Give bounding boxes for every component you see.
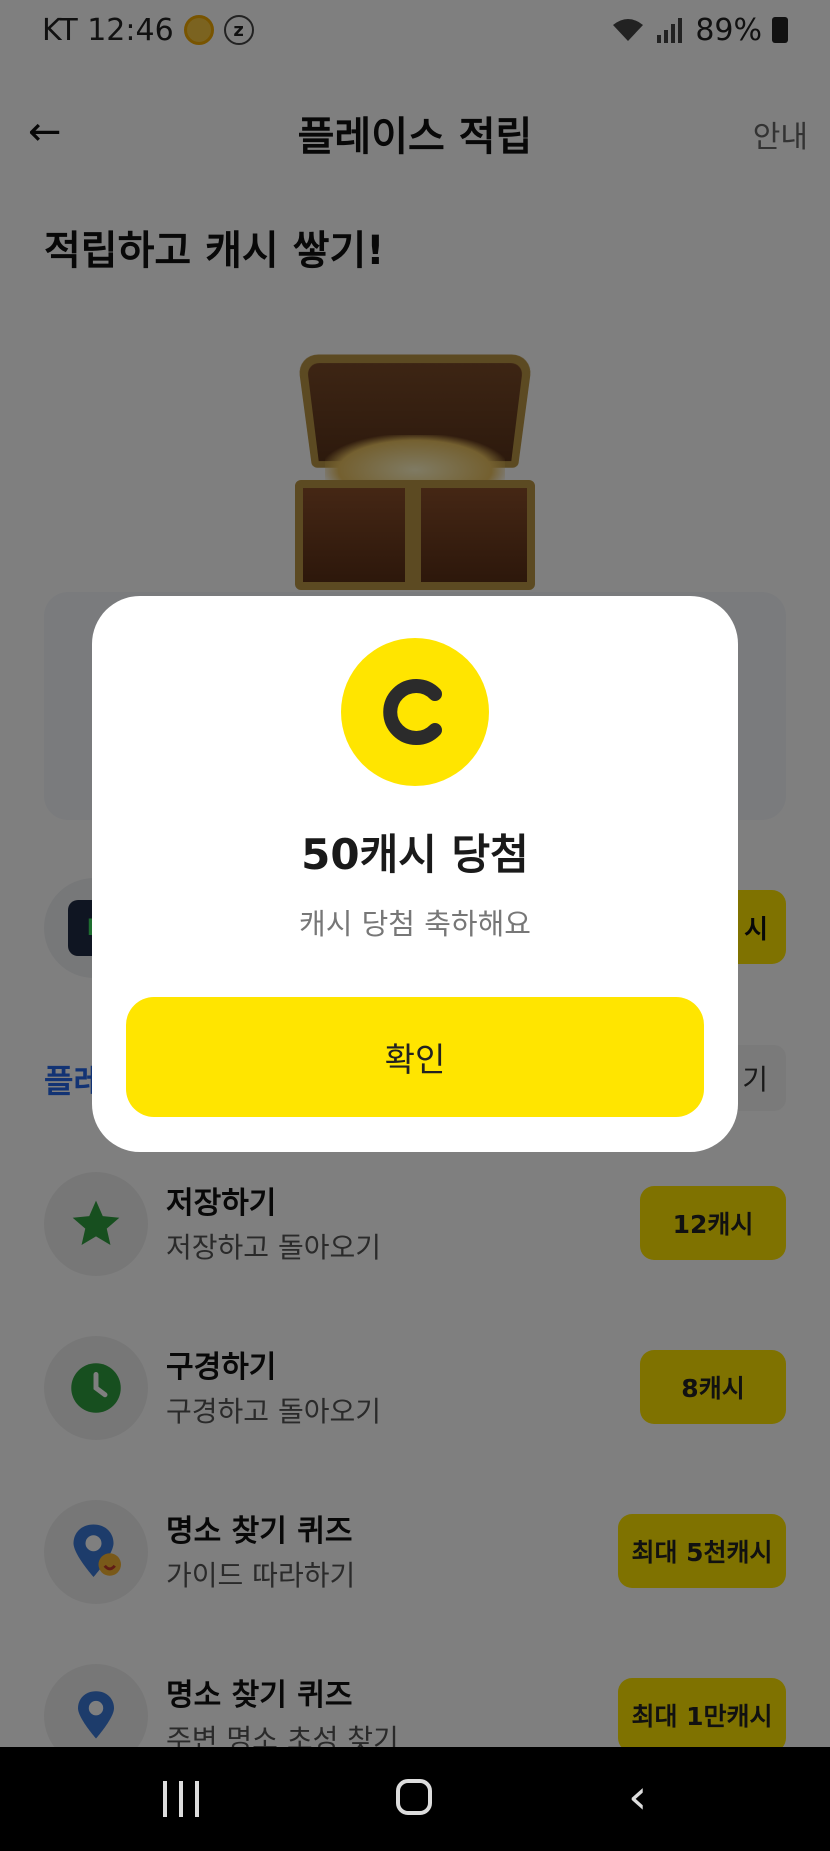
confirm-button[interactable]: 확인 bbox=[126, 997, 704, 1117]
system-nav-bar: ‹ bbox=[0, 1747, 830, 1851]
nav-back-icon[interactable]: ‹ bbox=[628, 1771, 647, 1823]
home-icon[interactable] bbox=[396, 1779, 432, 1815]
cash-coin-icon bbox=[341, 638, 489, 786]
reward-dialog: 50캐시 당첨 캐시 당첨 축하해요 확인 bbox=[92, 596, 738, 1152]
dialog-title: 50캐시 당첨 bbox=[301, 830, 529, 879]
recents-icon[interactable] bbox=[163, 1781, 199, 1817]
dialog-subtitle: 캐시 당첨 축하해요 bbox=[299, 907, 531, 941]
